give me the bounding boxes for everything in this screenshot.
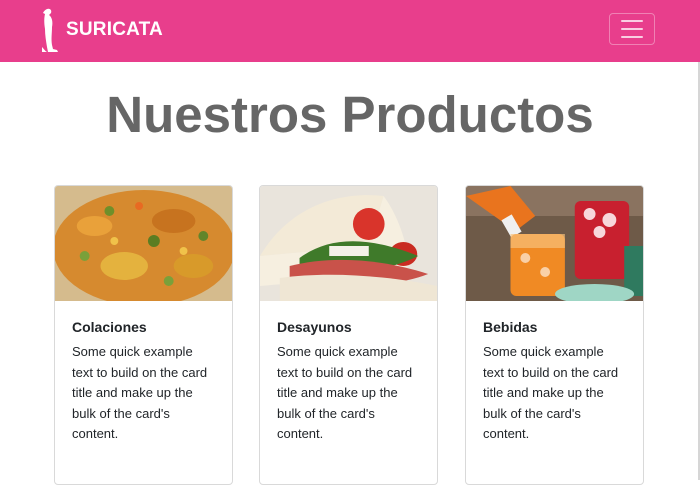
- page-title: Nuestros Productos: [106, 86, 594, 143]
- card-text: Some quick example text to build on the …: [483, 344, 619, 441]
- card-title: Colaciones: [72, 319, 147, 335]
- card-text: Some quick example text to build on the …: [277, 344, 413, 441]
- meerkat-logo-icon: [42, 8, 58, 53]
- sandwich-image: [260, 186, 437, 301]
- product-card-bebidas: Bebidas Some quick example text to build…: [465, 185, 644, 485]
- brand-link[interactable]: SURICATA: [38, 6, 163, 54]
- card-title: Desayunos: [277, 319, 352, 335]
- product-card-colaciones: Colaciones Some quick example text to bu…: [54, 185, 233, 485]
- card-text: Some quick example text to build on the …: [72, 344, 208, 441]
- drinks-image: [466, 186, 643, 301]
- card-title: Bebidas: [483, 319, 538, 335]
- product-card-desayunos: Desayunos Some quick example text to bui…: [259, 185, 438, 485]
- hamburger-icon: [621, 20, 643, 22]
- navbar: SURICATA: [0, 0, 700, 62]
- brand-name: SURICATA: [66, 19, 163, 40]
- vegetable-dish-image: [55, 186, 232, 301]
- navbar-toggler-button[interactable]: [609, 13, 655, 45]
